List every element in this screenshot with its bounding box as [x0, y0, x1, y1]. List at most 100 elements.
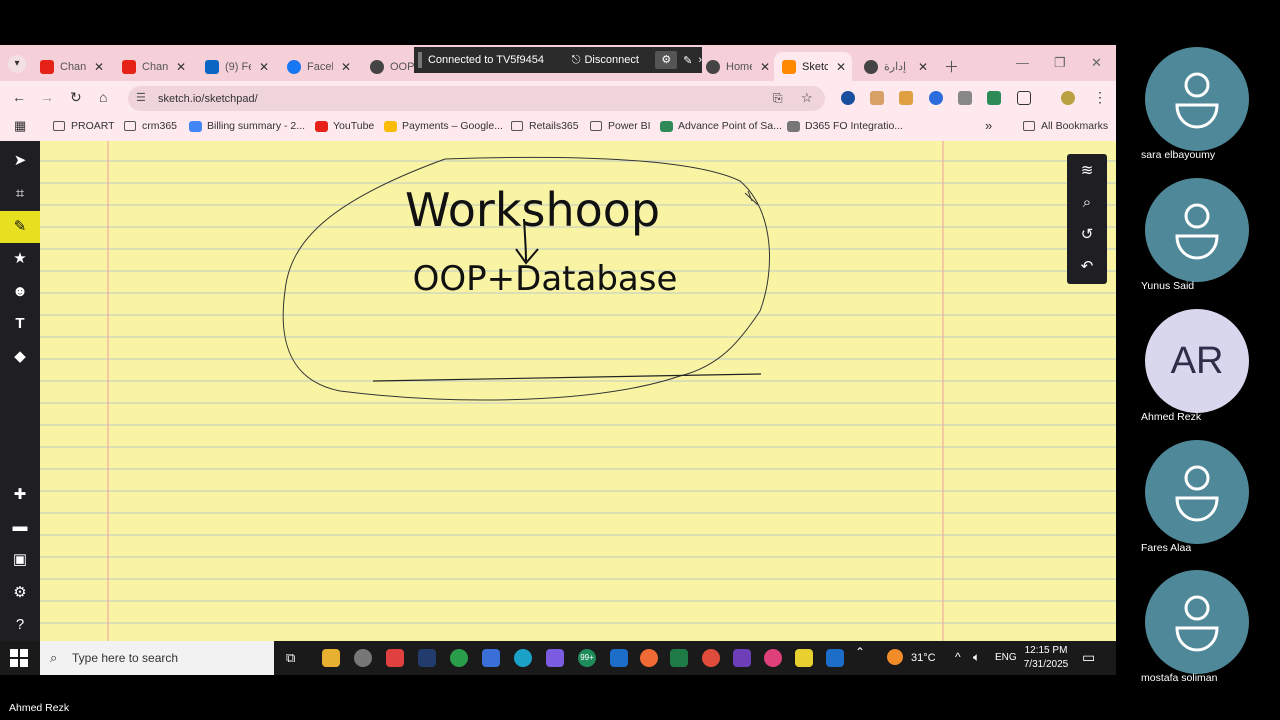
- star-tool-icon[interactable]: ★: [0, 243, 40, 275]
- chevron-up-icon[interactable]: ⌃: [855, 645, 865, 659]
- visual-studio-icon[interactable]: [733, 649, 751, 667]
- temperature[interactable]: 31°C: [911, 652, 936, 664]
- close-window-icon[interactable]: ✕: [1091, 55, 1102, 71]
- tab-youtube-1[interactable]: Chan ✕: [32, 52, 104, 81]
- address-bar[interactable]: ☰ sketch.io/sketchpad/ ⎘ ☆: [128, 86, 825, 111]
- help-icon[interactable]: ?: [0, 609, 40, 641]
- pin-icon[interactable]: ✎: [683, 54, 692, 67]
- back-icon[interactable]: ←: [12, 89, 26, 105]
- tab-close-icon[interactable]: ✕: [341, 60, 351, 74]
- add-icon[interactable]: ✚: [0, 479, 40, 511]
- tab-close-icon[interactable]: ✕: [94, 60, 104, 74]
- extension-download-icon[interactable]: [870, 91, 884, 105]
- app-icon[interactable]: [482, 649, 500, 667]
- history-icon[interactable]: ↺: [1067, 219, 1107, 251]
- apps-grid-icon[interactable]: ▦: [14, 118, 26, 134]
- select-tool-icon[interactable]: ➤: [0, 145, 40, 177]
- tray-overflow-icon[interactable]: ^: [955, 650, 961, 664]
- app-icon[interactable]: [450, 649, 468, 667]
- gear-icon[interactable]: ⚙: [655, 51, 678, 69]
- volume-icon[interactable]: 🔈︎: [973, 650, 980, 665]
- weather-icon[interactable]: [887, 649, 903, 665]
- whatsapp-icon[interactable]: 99+: [578, 649, 596, 667]
- home-icon[interactable]: ⌂: [99, 89, 107, 105]
- extension-zoom-icon[interactable]: [929, 91, 943, 105]
- clock[interactable]: 12:15 PM 7/31/2025: [1016, 644, 1076, 672]
- bookmark-star-icon[interactable]: ☆: [801, 90, 813, 106]
- extension-pen-icon[interactable]: [899, 91, 913, 105]
- site-info-icon[interactable]: ☰: [136, 91, 150, 105]
- task-view-icon[interactable]: ⧉: [286, 650, 295, 666]
- tab-search-button[interactable]: ▾: [8, 55, 26, 73]
- sketch-canvas[interactable]: Workshoop OOP+Database: [40, 141, 1116, 641]
- disconnect-button[interactable]: Disconnect: [584, 54, 655, 66]
- tab-oop[interactable]: OOP: [362, 52, 416, 81]
- extensions-puzzle-icon[interactable]: [1017, 91, 1031, 105]
- sticky-notes-icon[interactable]: [795, 649, 813, 667]
- extension-c-icon[interactable]: [958, 91, 972, 105]
- tab-youtube-2[interactable]: Chan ✕: [114, 52, 186, 81]
- edge-icon[interactable]: [514, 649, 532, 667]
- install-app-icon[interactable]: ⎘: [773, 91, 783, 106]
- bookmark-retails365[interactable]: Retails365: [511, 120, 579, 132]
- bookmark-advance-pos[interactable]: Advance Point of Sa...: [660, 120, 782, 132]
- crop-tool-icon[interactable]: ⌗: [0, 178, 40, 210]
- sketch-title-text[interactable]: Workshoop: [405, 183, 660, 237]
- reload-icon[interactable]: ↻: [70, 89, 82, 106]
- tab-close-icon[interactable]: ✕: [918, 60, 928, 74]
- m365-icon[interactable]: [546, 649, 564, 667]
- layers-icon[interactable]: ≋: [1067, 155, 1107, 187]
- tab-close-icon[interactable]: ✕: [760, 60, 770, 74]
- forward-icon[interactable]: →: [40, 89, 54, 105]
- open-folder-icon[interactable]: ▬: [0, 511, 40, 543]
- fill-tool-icon[interactable]: ◆: [0, 341, 40, 373]
- drag-handle-icon[interactable]: [418, 52, 422, 68]
- bookmark-youtube[interactable]: YouTube: [315, 120, 374, 132]
- outlook-icon[interactable]: [826, 649, 844, 667]
- remote-app-icon[interactable]: [418, 649, 436, 667]
- bookmark-powerbi[interactable]: Power BI: [590, 120, 651, 132]
- extension-sheet-icon[interactable]: [987, 91, 1001, 105]
- kebab-menu-icon[interactable]: ⋮: [1093, 89, 1107, 106]
- sketch-subtitle-text[interactable]: OOP+Database: [400, 259, 690, 299]
- bookmark-d365[interactable]: D365 FO Integratio...: [787, 120, 903, 132]
- chrome-icon[interactable]: [702, 649, 720, 667]
- excel-icon[interactable]: [670, 649, 688, 667]
- file-explorer-icon[interactable]: [322, 649, 340, 667]
- settings-icon[interactable]: ⚙: [0, 577, 40, 609]
- pen-tool-icon[interactable]: ✎: [0, 211, 40, 243]
- save-icon[interactable]: ▣: [0, 544, 40, 576]
- sticker-tool-icon[interactable]: ☻: [0, 276, 40, 308]
- outlook-icon[interactable]: [610, 649, 628, 667]
- tab-sketch[interactable]: Sketc ✕: [774, 52, 852, 81]
- windows-start-icon[interactable]: [10, 649, 28, 667]
- new-tab-button[interactable]: ＋: [936, 52, 959, 81]
- bookmark-proart[interactable]: PROART: [53, 120, 115, 132]
- tab-linkedin[interactable]: (9) Fe ✕: [197, 52, 269, 81]
- language-indicator[interactable]: ENG: [995, 652, 1017, 663]
- undo-icon[interactable]: ↶: [1067, 251, 1107, 283]
- tab-close-icon[interactable]: ✕: [259, 60, 269, 74]
- all-bookmarks-button[interactable]: All Bookmarks: [1023, 120, 1108, 132]
- notifications-icon[interactable]: ▭: [1082, 649, 1095, 666]
- bookmark-billing[interactable]: Billing summary - 2...: [189, 120, 305, 132]
- app-icon[interactable]: [386, 649, 404, 667]
- extension-check-icon[interactable]: [841, 91, 855, 105]
- slack-icon[interactable]: [764, 649, 782, 667]
- tab-facebook[interactable]: Faceb ✕: [279, 52, 351, 81]
- text-tool-icon[interactable]: T: [0, 308, 40, 340]
- bookmark-payments[interactable]: Payments – Google...: [384, 120, 503, 132]
- tab-close-icon[interactable]: ✕: [836, 60, 846, 74]
- minimize-icon[interactable]: —: [1016, 55, 1029, 70]
- tab-arabic[interactable]: إدارة ✕: [856, 52, 928, 81]
- search-icon[interactable]: ⌕: [1067, 187, 1107, 219]
- tab-home[interactable]: Home ✕: [698, 52, 770, 81]
- app-icon[interactable]: [640, 649, 658, 667]
- taskbar-search-input[interactable]: ⌕ Type here to search: [40, 641, 274, 675]
- restore-icon[interactable]: ❐: [1054, 55, 1066, 71]
- profile-icon[interactable]: [1061, 91, 1075, 105]
- bookmarks-overflow-button[interactable]: »: [985, 118, 992, 133]
- bookmark-crm365[interactable]: crm365: [124, 120, 177, 132]
- app-icon[interactable]: [354, 649, 372, 667]
- tab-close-icon[interactable]: ✕: [176, 60, 186, 74]
